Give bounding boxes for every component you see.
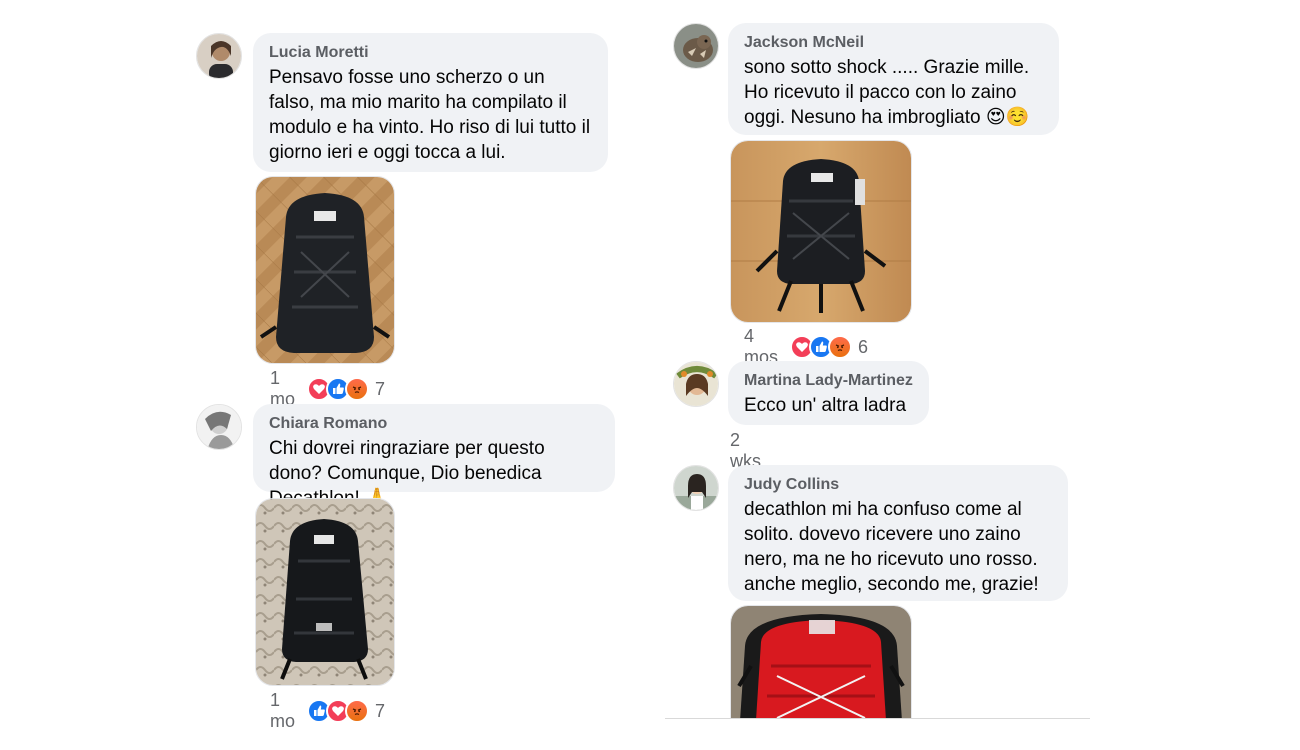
comment-timestamp[interactable]: 1 mo [270,690,295,732]
reaction-count[interactable]: 7 [375,701,385,722]
avatar[interactable] [673,23,719,69]
comment-photo[interactable] [730,140,912,323]
comment-bubble: Judy Collins decathlon mi ha confuso com… [728,465,1068,601]
avatar[interactable] [196,33,242,79]
comment-author[interactable]: Chiara Romano [269,414,599,434]
reaction-summary[interactable] [307,377,370,401]
comment-author[interactable]: Lucia Moretti [269,43,592,63]
comment-meta: 1 mo 7 [270,690,385,732]
comment-photo[interactable] [255,176,395,364]
avatar[interactable] [673,465,719,511]
comment-text: Ecco un' altra ladra [744,395,907,416]
reaction-summary[interactable] [307,699,370,723]
comment-author[interactable]: Jackson McNeil [744,33,1043,53]
comment-author[interactable]: Judy Collins [744,475,1052,495]
comment-text: decathlon mi ha confuso come al solito. … [744,499,1039,595]
comment-bubble: Martina Lady-Martinez Ecco un' altra lad… [728,361,929,425]
avatar[interactable] [196,404,242,450]
comments-column-right: Jackson McNeil sono sotto shock ..... Gr… [665,0,1090,719]
comment-author[interactable]: Martina Lady-Martinez [744,371,913,391]
comments-column-left: Lucia Moretti Pensavo fosse uno scherzo … [188,0,626,731]
angry-icon [345,699,370,723]
angry-icon [345,377,370,401]
comment-bubble: Lucia Moretti Pensavo fosse uno scherzo … [253,33,608,172]
reaction-summary[interactable] [790,335,853,359]
comment-bubble: Chiara Romano Chi dovrei ringraziare per… [253,404,615,509]
comment-text: sono sotto shock ..... Grazie mille. Ho … [744,57,1030,128]
avatar[interactable] [673,361,719,407]
comment-photo[interactable] [255,498,395,686]
comment-bubble: Jackson McNeil sono sotto shock ..... Gr… [728,23,1059,135]
reaction-count[interactable]: 6 [858,337,868,358]
comment-photo[interactable] [730,605,912,718]
comment-text: Pensavo fosse uno scherzo o un falso, ma… [269,67,591,163]
angry-icon [828,335,853,359]
reaction-count[interactable]: 7 [375,379,385,400]
